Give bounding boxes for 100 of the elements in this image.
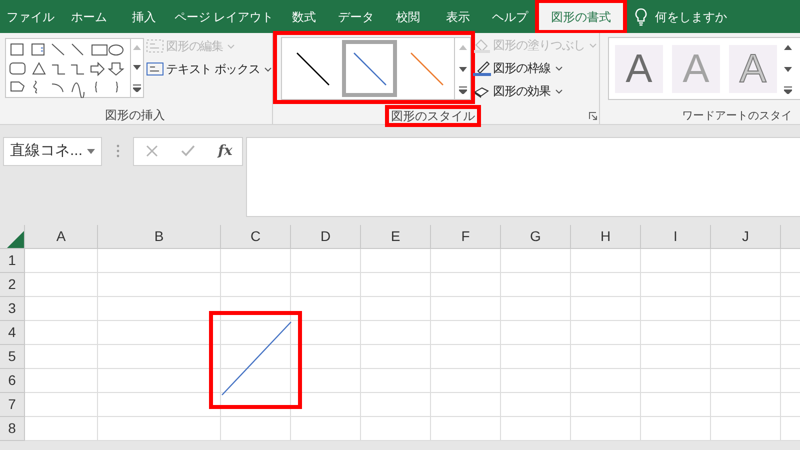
ribbon-tab[interactable]: 校閲 bbox=[383, 0, 433, 33]
ribbon-tab[interactable]: ページ レイアウト bbox=[169, 0, 279, 33]
column-header[interactable]: B bbox=[98, 225, 221, 249]
sheet-cell[interactable] bbox=[25, 345, 98, 369]
sheet-cell[interactable] bbox=[641, 249, 711, 273]
column-header[interactable]: H bbox=[571, 225, 641, 249]
sheet-cell[interactable] bbox=[641, 369, 711, 393]
sheet-cell[interactable] bbox=[221, 249, 291, 273]
sheet-cell[interactable] bbox=[291, 417, 361, 441]
sheet-cell[interactable] bbox=[98, 345, 221, 369]
sheet-cell[interactable] bbox=[291, 393, 361, 417]
sheet-cell[interactable] bbox=[98, 249, 221, 273]
column-header[interactable]: D bbox=[291, 225, 361, 249]
sheet-cell[interactable] bbox=[641, 417, 711, 441]
insert-function-button[interactable]: fx bbox=[218, 141, 232, 162]
dialog-launcher-icon[interactable] bbox=[589, 112, 597, 120]
sheet-cell[interactable] bbox=[501, 369, 571, 393]
ribbon-tab[interactable]: ヘルプ bbox=[483, 0, 537, 33]
sheet-cell[interactable] bbox=[25, 321, 98, 345]
sheet-cell[interactable] bbox=[571, 393, 641, 417]
sheet-cell[interactable] bbox=[571, 369, 641, 393]
sheet-cell[interactable] bbox=[571, 249, 641, 273]
sheet-cell[interactable] bbox=[361, 345, 431, 369]
gallery-scrollbar[interactable] bbox=[454, 37, 471, 100]
wordart-sample[interactable]: A bbox=[615, 44, 663, 92]
sheet-cell[interactable] bbox=[431, 273, 501, 297]
row-header[interactable]: 6 bbox=[0, 369, 25, 393]
sheet-cell[interactable] bbox=[431, 321, 501, 345]
scroll-down-icon[interactable] bbox=[459, 67, 467, 72]
ribbon-tab[interactable]: 挿入 bbox=[119, 0, 169, 33]
line-shape[interactable] bbox=[222, 322, 292, 396]
sheet-cell[interactable] bbox=[711, 297, 781, 321]
sheet-cell[interactable] bbox=[291, 369, 361, 393]
name-box[interactable]: 直線コネ... bbox=[3, 137, 102, 166]
sheet-cell[interactable] bbox=[641, 345, 711, 369]
sheet-cell[interactable] bbox=[98, 297, 221, 321]
effects-button[interactable]: 図形の効果 bbox=[473, 82, 562, 100]
sheet-cell[interactable] bbox=[641, 321, 711, 345]
sheet-cell[interactable] bbox=[361, 393, 431, 417]
sheet-cell[interactable] bbox=[711, 369, 781, 393]
sheet-cell[interactable] bbox=[711, 273, 781, 297]
more-icon[interactable] bbox=[459, 86, 467, 94]
sheet-cell[interactable] bbox=[711, 417, 781, 441]
check-icon[interactable] bbox=[181, 145, 195, 157]
sheet-cell[interactable] bbox=[571, 321, 641, 345]
style-thumbnail[interactable] bbox=[342, 40, 397, 97]
sheet-cell[interactable] bbox=[431, 369, 501, 393]
outline-button[interactable]: 図形の枠線 bbox=[473, 59, 562, 77]
sheet-cell[interactable] bbox=[221, 273, 291, 297]
sheet-cell[interactable] bbox=[501, 417, 571, 441]
sheet-cell[interactable] bbox=[431, 297, 501, 321]
sheet-cell[interactable] bbox=[361, 417, 431, 441]
sheet-cell[interactable] bbox=[291, 249, 361, 273]
sheet-cell[interactable] bbox=[501, 249, 571, 273]
sheet-cell[interactable] bbox=[711, 393, 781, 417]
sheet-cell[interactable] bbox=[501, 345, 571, 369]
sheet-cell[interactable] bbox=[25, 417, 98, 441]
sheet-cell[interactable] bbox=[221, 369, 291, 393]
sheet-cell[interactable] bbox=[25, 297, 98, 321]
column-header[interactable]: F bbox=[431, 225, 501, 249]
row-header[interactable]: 3 bbox=[0, 297, 25, 321]
ribbon-tab[interactable]: 数式 bbox=[279, 0, 329, 33]
sheet-cell[interactable] bbox=[98, 273, 221, 297]
column-header[interactable]: C bbox=[221, 225, 291, 249]
dropdown-icon[interactable] bbox=[87, 149, 95, 154]
sheet-cell[interactable] bbox=[571, 297, 641, 321]
tell-me-field[interactable]: 何をしますか bbox=[655, 8, 727, 26]
ribbon-tab[interactable]: ファイル bbox=[2, 0, 59, 33]
column-header[interactable]: I bbox=[641, 225, 711, 249]
sheet-cell[interactable] bbox=[291, 321, 361, 345]
sheet-cell[interactable] bbox=[98, 417, 221, 441]
row-header[interactable]: 2 bbox=[0, 273, 25, 297]
column-header[interactable]: J bbox=[711, 225, 781, 249]
sheet-cell[interactable] bbox=[711, 321, 781, 345]
column-header[interactable]: G bbox=[501, 225, 571, 249]
sheet-cell[interactable] bbox=[431, 393, 501, 417]
sheet-cell[interactable] bbox=[501, 393, 571, 417]
more-icon[interactable] bbox=[133, 84, 141, 92]
sheet-cell[interactable] bbox=[25, 393, 98, 417]
sheet-cell[interactable] bbox=[291, 273, 361, 297]
column-header[interactable]: E bbox=[361, 225, 431, 249]
sheet-cell[interactable] bbox=[221, 297, 291, 321]
scroll-down-icon[interactable] bbox=[784, 67, 792, 72]
sheet-cell[interactable] bbox=[221, 417, 291, 441]
gallery-scrollbar[interactable] bbox=[130, 38, 144, 98]
sheet-cell[interactable] bbox=[361, 321, 431, 345]
sheet-cell[interactable] bbox=[25, 273, 98, 297]
sheet-cell[interactable] bbox=[501, 297, 571, 321]
sheet-cell[interactable] bbox=[221, 393, 291, 417]
scroll-up-icon[interactable] bbox=[784, 45, 792, 50]
column-header[interactable]: A bbox=[25, 225, 98, 249]
sheet-cell[interactable] bbox=[571, 273, 641, 297]
more-icon[interactable] bbox=[784, 86, 792, 94]
row-header[interactable]: 7 bbox=[0, 393, 25, 417]
ribbon-tab[interactable]: ホーム bbox=[59, 0, 119, 33]
sheet-cell[interactable] bbox=[98, 321, 221, 345]
sheet-cell[interactable] bbox=[711, 345, 781, 369]
sheet-cell[interactable] bbox=[291, 345, 361, 369]
sheet-cell[interactable] bbox=[25, 249, 98, 273]
sheet-cell[interactable] bbox=[641, 297, 711, 321]
